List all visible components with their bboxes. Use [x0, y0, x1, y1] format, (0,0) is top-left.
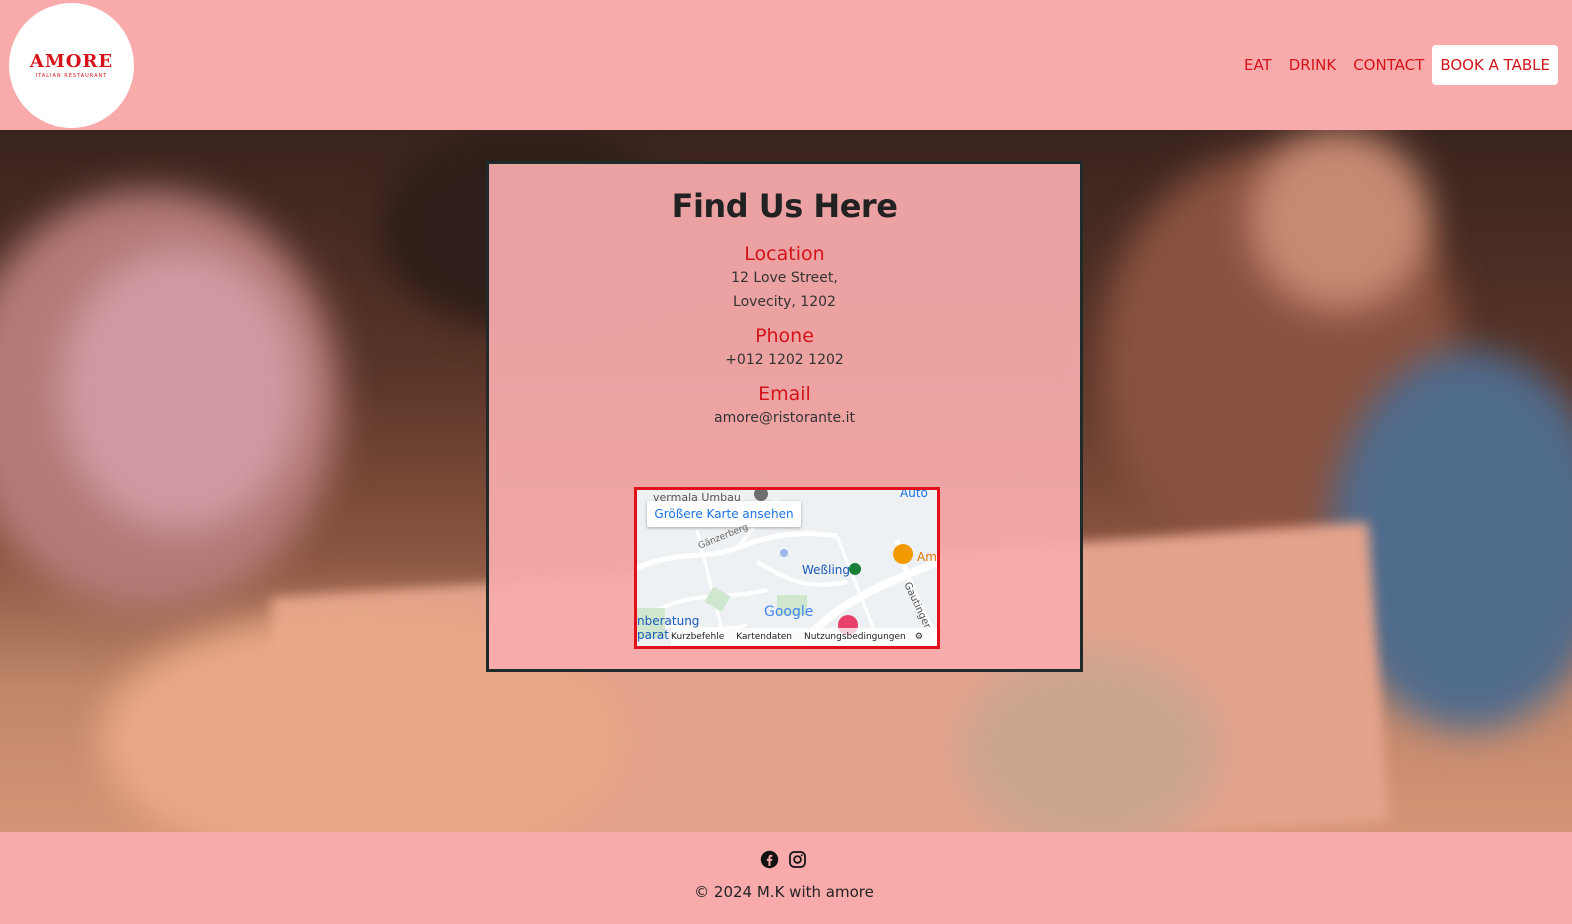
instagram-icon[interactable]	[788, 850, 807, 869]
page-title: Find Us Here	[671, 187, 898, 225]
address-line-2: Lovecity, 1202	[733, 294, 836, 310]
embedded-map[interactable]: Größere Karte ansehen vermala Umbau Auto…	[634, 487, 940, 649]
nav-link-contact[interactable]: CONTACT	[1353, 45, 1424, 85]
map-poi: Am	[917, 550, 937, 564]
map-data-link[interactable]: Kartendaten	[736, 628, 792, 646]
address-line-1: 12 Love Street,	[731, 270, 838, 286]
logo-name: AMORE	[29, 51, 114, 72]
site-footer	[0, 832, 1572, 924]
google-logo: Google	[764, 604, 814, 620]
map-place-top-left: vermala Umbau	[653, 491, 741, 504]
map-place-top-right: Auto	[900, 487, 928, 500]
phone-section: Phone +012 1202 1202	[725, 324, 844, 372]
nav-link-eat[interactable]: EAT	[1244, 45, 1272, 85]
phone-number[interactable]: +012 1202 1202	[725, 348, 844, 372]
main-nav: EAT DRINK CONTACT BOOK A TABLE	[1227, 45, 1558, 85]
keyboard-shortcuts-link[interactable]: Kurzbefehle	[671, 628, 724, 646]
nav-link-drink[interactable]: DRINK	[1289, 45, 1336, 85]
logo-tagline: ITALIAN RESTAURANT	[35, 73, 108, 79]
map-place-bottom-left-2: parat	[637, 628, 669, 642]
phone-title: Phone	[755, 325, 814, 347]
social-links	[760, 850, 807, 869]
location-section: Location 12 Love Street, Lovecity, 1202	[731, 242, 838, 314]
email-address[interactable]: amore@ristorante.it	[714, 406, 855, 430]
map-place-bottom-left-1: nberatung	[637, 614, 700, 628]
logo[interactable]: AMORE ITALIAN RESTAURANT	[9, 3, 134, 128]
book-table-button[interactable]: BOOK A TABLE	[1432, 45, 1558, 85]
site-header: AMORE ITALIAN RESTAURANT EAT DRINK CONTA…	[0, 0, 1572, 130]
email-title: Email	[758, 383, 811, 405]
larger-map-link[interactable]: Größere Karte ansehen	[647, 501, 801, 527]
map-footer: Kurzbefehle Kartendaten Nutzungsbedingun…	[671, 628, 937, 646]
map-town: Weßling	[802, 563, 850, 577]
location-title: Location	[744, 243, 825, 265]
email-section: Email amore@ristorante.it	[714, 382, 855, 430]
map-settings-icon[interactable]: ⚙	[915, 628, 923, 646]
contact-card: Find Us Here Location 12 Love Street, Lo…	[486, 161, 1083, 672]
copyright-text: © 2024 M.K with amore	[694, 883, 874, 901]
facebook-icon[interactable]	[760, 850, 779, 869]
terms-link[interactable]: Nutzungsbedingungen	[804, 628, 906, 646]
